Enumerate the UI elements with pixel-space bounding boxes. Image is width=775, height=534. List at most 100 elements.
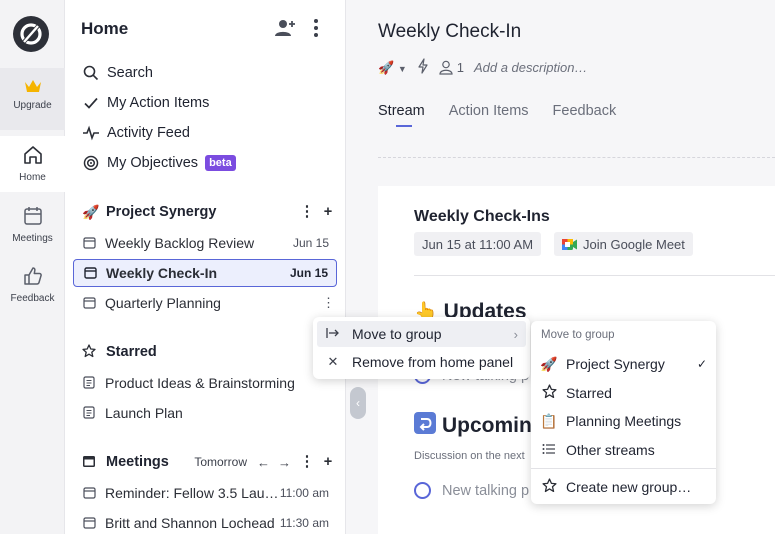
- google-meet-icon: [562, 238, 578, 251]
- meeting-item-time: 11:30 am: [279, 516, 329, 530]
- star-plus-icon: [539, 478, 559, 496]
- search-icon: [82, 64, 100, 82]
- rail-home[interactable]: Home: [0, 136, 65, 192]
- calendar-icon: [82, 454, 100, 471]
- plus-icon[interactable]: +: [319, 204, 337, 220]
- app-rail: Upgrade Home Meetings Feedback: [0, 0, 65, 534]
- checkbox-circle[interactable]: [414, 482, 431, 499]
- rail-feedback[interactable]: Feedback: [0, 259, 65, 317]
- rail-meetings[interactable]: Meetings: [0, 197, 65, 255]
- calendar-icon: [83, 296, 97, 310]
- menu-item-label: Move to group: [352, 326, 442, 342]
- stream-item-weekly-check-in[interactable]: Weekly Check-In Jun 15: [73, 259, 337, 287]
- attendees-button[interactable]: 1: [439, 60, 464, 75]
- star-icon: [82, 343, 100, 361]
- sidebar-title: Home: [81, 19, 129, 38]
- clipboard-icon: 📋: [540, 412, 558, 429]
- talking-point-input[interactable]: New talking p: [414, 482, 529, 499]
- rail-upgrade-label: Upgrade: [13, 100, 52, 111]
- meeting-item-britt-shannon[interactable]: Britt and Shannon Lochead 11:30 am: [73, 509, 337, 534]
- meeting-item-reminder[interactable]: Reminder: Fellow 3.5 Lau… 11:00 am: [73, 479, 337, 507]
- nav-search[interactable]: Search: [82, 61, 153, 85]
- group-option-other-streams[interactable]: Other streams: [539, 437, 709, 463]
- stream-item-name: Launch Plan: [105, 405, 183, 421]
- rail-feedback-label: Feedback: [10, 293, 55, 304]
- return-arrow-icon: [414, 412, 436, 440]
- chevron-left-icon: ‹: [356, 396, 360, 410]
- stream-item-product-ideas[interactable]: Product Ideas & Brainstorming: [73, 369, 337, 397]
- create-new-group-label: Create new group…: [566, 479, 692, 495]
- nav-activity-feed[interactable]: Activity Feed: [82, 121, 190, 145]
- document-icon: [83, 376, 97, 390]
- menu-item-move-to-group[interactable]: Move to group ›: [317, 321, 526, 347]
- description-field[interactable]: Add a description…: [474, 60, 587, 75]
- note-title[interactable]: Weekly Check-Ins: [414, 208, 550, 226]
- nav-my-action-items-label: My Action Items: [107, 95, 210, 111]
- section-starred-title: Starred: [106, 344, 157, 360]
- section-project-synergy[interactable]: 🚀 Project Synergy ⋮ +: [82, 201, 337, 223]
- beta-badge: beta: [205, 155, 236, 171]
- move-to-group-submenu: Move to group 🚀 Project Synergy ✓ Starre…: [531, 321, 716, 504]
- date-chip[interactable]: Jun 15 at 11:00 AM: [414, 232, 542, 256]
- rocket-icon: 🚀: [378, 59, 395, 75]
- meeting-item-name: Britt and Shannon Lochead: [105, 515, 275, 531]
- divider: [531, 468, 716, 469]
- list-icon: [539, 442, 559, 458]
- group-option-label: Starred: [566, 385, 612, 401]
- talking-point-placeholder: New talking p: [442, 482, 530, 499]
- more-vertical-icon[interactable]: [311, 18, 321, 43]
- stream-item-launch-plan[interactable]: Launch Plan: [73, 399, 337, 427]
- collapse-sidebar-handle[interactable]: ‹: [350, 387, 366, 419]
- calendar-icon: [83, 486, 97, 500]
- lightning-icon[interactable]: [417, 58, 429, 77]
- rail-upgrade[interactable]: Upgrade: [0, 68, 65, 130]
- nav-my-action-items[interactable]: My Action Items: [82, 91, 209, 115]
- more-vertical-icon[interactable]: ⋮: [298, 204, 316, 220]
- tab-feedback[interactable]: Feedback: [553, 103, 617, 127]
- group-option-starred[interactable]: Starred: [539, 380, 709, 406]
- tab-action-items[interactable]: Action Items: [449, 103, 529, 127]
- arrow-left-icon[interactable]: ←: [257, 455, 270, 470]
- plus-icon[interactable]: +: [319, 454, 337, 470]
- section-meetings[interactable]: Meetings Tomorrow ← → ⋮ +: [82, 451, 337, 473]
- menu-item-remove-from-home[interactable]: ✕ Remove from home panel: [317, 349, 526, 375]
- attendees-count: 1: [456, 60, 464, 75]
- stream-item-weekly-backlog-review[interactable]: Weekly Backlog Review Jun 15: [73, 229, 337, 257]
- move-icon: [325, 327, 341, 342]
- stream-item-date: Jun 15: [292, 236, 329, 250]
- upcoming-description: Discussion on the next: [414, 450, 525, 462]
- home-icon: [22, 146, 44, 169]
- more-vertical-icon[interactable]: ⋮: [322, 295, 335, 311]
- create-new-group-button[interactable]: Create new group…: [539, 474, 709, 500]
- stream-item-quarterly-planning[interactable]: Quarterly Planning ⋮: [73, 289, 337, 317]
- stream-item-name: Weekly Check-In: [106, 265, 218, 281]
- stream-tabs: Stream Action Items Feedback: [378, 103, 640, 127]
- section-starred[interactable]: Starred ⋮: [82, 341, 337, 363]
- join-google-meet-button[interactable]: Join Google Meet: [554, 232, 693, 256]
- stream-emoji-picker[interactable]: 🚀 ▼: [378, 60, 407, 76]
- calendar-icon: [22, 207, 44, 230]
- group-option-project-synergy[interactable]: 🚀 Project Synergy ✓: [539, 351, 709, 377]
- rail-home-label: Home: [19, 172, 46, 183]
- section-meetings-title: Meetings: [106, 454, 169, 470]
- home-sidebar: Home Search My Action Items Activity Fee…: [65, 0, 346, 534]
- check-icon: [82, 94, 100, 112]
- pulse-icon: [82, 124, 100, 142]
- target-icon: [82, 154, 100, 172]
- add-user-icon[interactable]: [274, 18, 296, 43]
- page-title[interactable]: Weekly Check-In: [378, 21, 521, 43]
- group-option-label: Other streams: [566, 442, 655, 458]
- divider: [378, 157, 775, 158]
- meetings-day-label: Tomorrow: [194, 455, 247, 469]
- arrow-right-icon[interactable]: →: [278, 455, 291, 470]
- nav-activity-feed-label: Activity Feed: [107, 125, 190, 141]
- group-option-label: Planning Meetings: [566, 413, 682, 429]
- checkmark-icon: ✓: [696, 357, 707, 371]
- tab-stream[interactable]: Stream: [378, 103, 425, 127]
- more-vertical-icon[interactable]: ⋮: [298, 454, 316, 470]
- group-option-planning-meetings[interactable]: 📋 Planning Meetings: [539, 408, 709, 434]
- nav-my-objectives[interactable]: My Objectives beta: [82, 151, 236, 175]
- group-option-label: Project Synergy: [566, 356, 665, 372]
- app-logo[interactable]: [13, 16, 49, 52]
- calendar-icon: [83, 236, 97, 250]
